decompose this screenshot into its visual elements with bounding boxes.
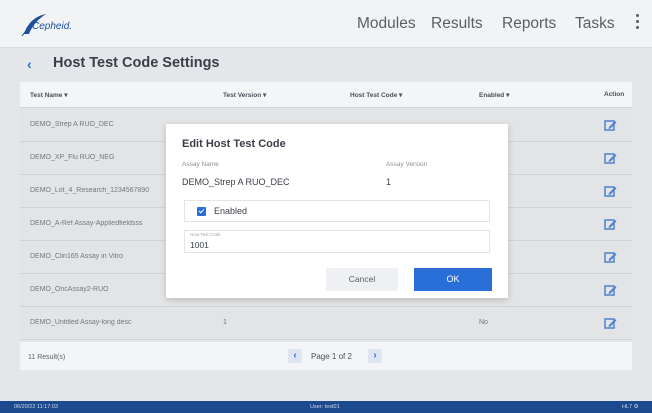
assay-version-value: 1 xyxy=(386,177,392,187)
col-enabled[interactable]: Enabled ▾ xyxy=(479,91,509,99)
back-button[interactable]: ‹ xyxy=(27,57,41,71)
page-title: Host Test Code Settings xyxy=(53,55,220,71)
col-test-name[interactable]: Test Name ▾ xyxy=(30,91,67,99)
dialog-title: Edit Host Test Code xyxy=(182,138,286,150)
status-bar: 06/20/22 11:17:03 User: test01 HL7 ⚙ xyxy=(0,401,652,413)
col-host-test-code[interactable]: Host Test Code ▾ xyxy=(350,91,402,99)
enabled-checkbox[interactable] xyxy=(197,207,206,216)
nav-modules[interactable]: Modules xyxy=(357,15,416,33)
assay-name-label: Assay Name xyxy=(182,161,219,168)
prev-page-button[interactable]: ‹ xyxy=(288,349,302,363)
status-level: HL7 ⚙ xyxy=(622,404,639,410)
col-action: Action xyxy=(604,91,625,98)
more-menu-icon[interactable] xyxy=(636,14,640,32)
top-bar: Cepheid. Modules Results Reports Tasks xyxy=(0,0,652,48)
host-test-code-field[interactable]: Host Test Code 1001 xyxy=(184,230,490,253)
cancel-button[interactable]: Cancel xyxy=(326,268,398,291)
status-user: User: test01 xyxy=(310,404,340,410)
host-test-code-value: 1001 xyxy=(190,240,209,250)
brand-name: Cepheid. xyxy=(32,21,73,32)
assay-name-value: DEMO_Strep A RUO_DEC xyxy=(182,177,290,187)
assay-version-label: Assay Version xyxy=(386,161,428,168)
ok-button[interactable]: OK xyxy=(414,268,492,291)
result-count: 11 Result(s) xyxy=(28,354,66,361)
cepheid-logo: Cepheid. xyxy=(20,12,90,38)
status-datetime: 06/20/22 11:17:03 xyxy=(14,404,58,410)
nav-results[interactable]: Results xyxy=(431,15,483,33)
nav-tasks[interactable]: Tasks xyxy=(575,15,615,33)
col-test-version[interactable]: Test Version ▾ xyxy=(223,91,266,99)
table-header: Test Name ▾ Test Version ▾ Host Test Cod… xyxy=(20,82,632,108)
enabled-toggle-row[interactable]: Enabled xyxy=(184,200,490,222)
next-page-button[interactable]: › xyxy=(368,349,382,363)
host-test-code-placeholder: Host Test Code xyxy=(190,232,221,237)
nav-reports[interactable]: Reports xyxy=(502,15,556,33)
page-indicator: Page 1 of 2 xyxy=(311,352,352,361)
edit-host-code-dialog: Edit Host Test Code Assay Name DEMO_Stre… xyxy=(166,124,508,298)
enabled-label: Enabled xyxy=(214,206,248,216)
